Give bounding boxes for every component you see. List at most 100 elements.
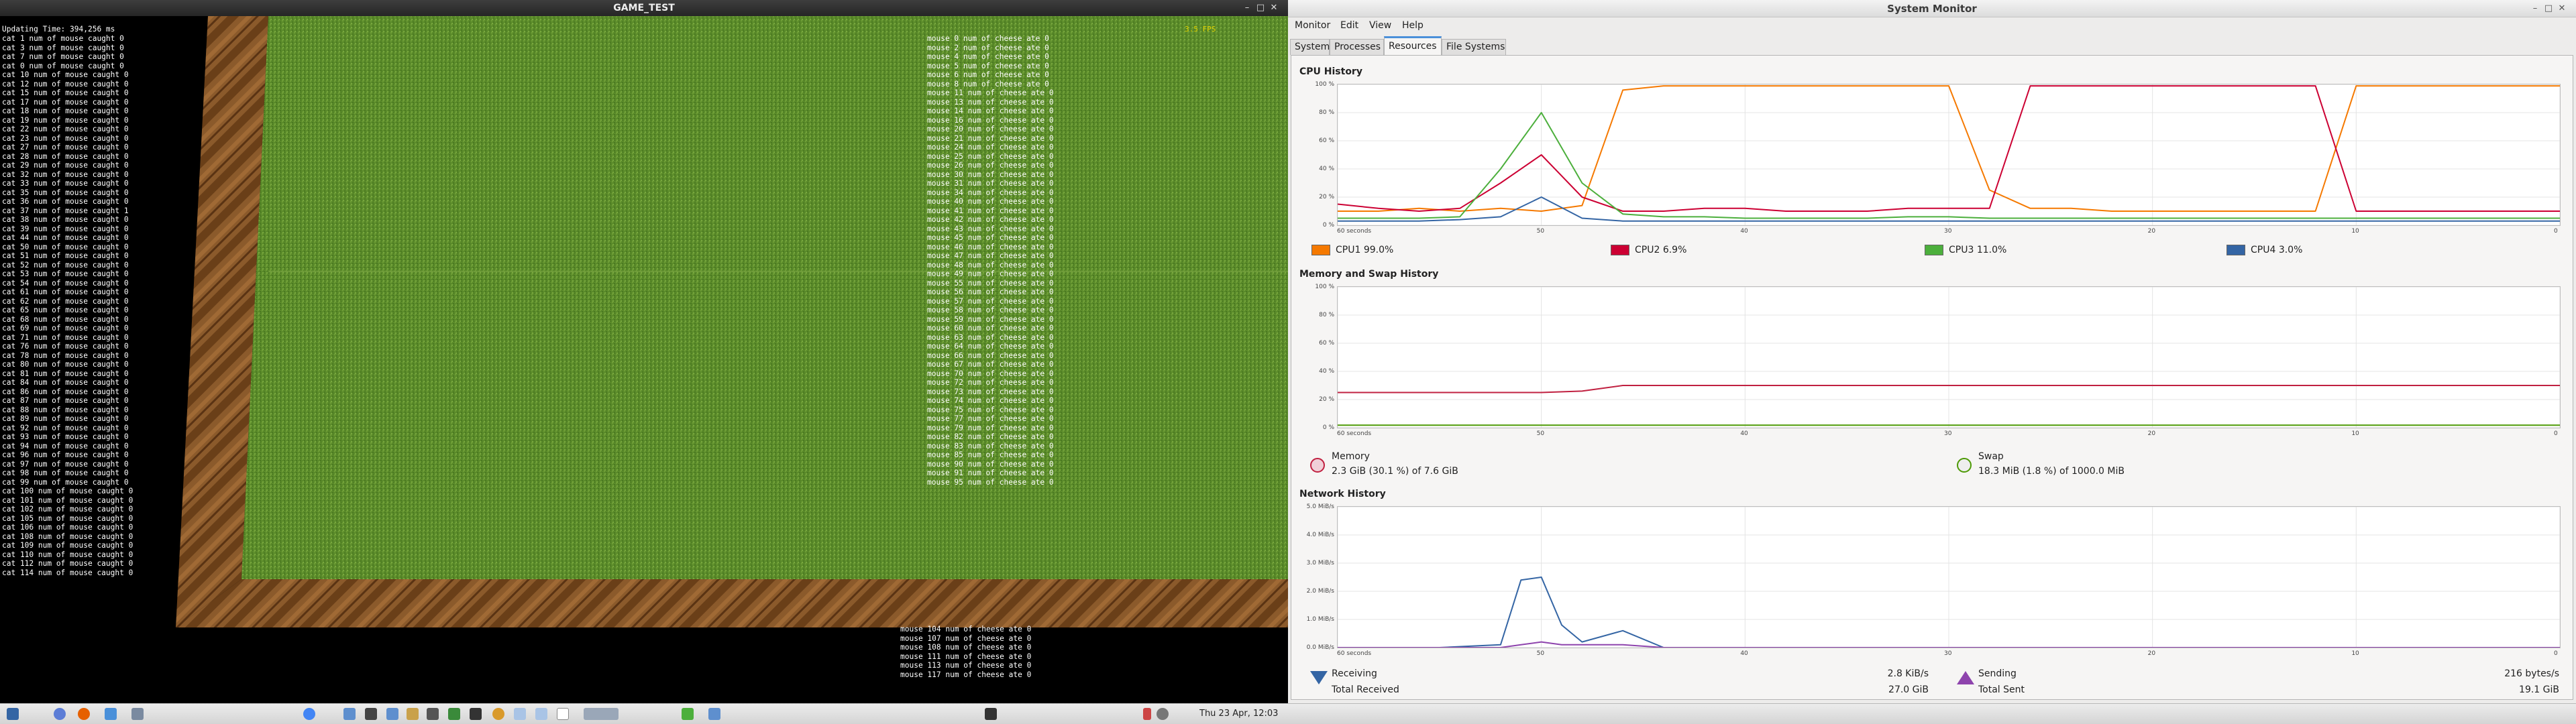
cat-log-line: cat 86 num of mouse caught 0 [2, 387, 129, 396]
y-tick-label: 20 % [1319, 396, 1334, 403]
terminal-3-icon[interactable] [470, 708, 482, 720]
cat-log-line: cat 102 num of mouse caught 0 [2, 505, 133, 514]
mouse-log-line: mouse 2 num of cheese ate 0 [927, 43, 1049, 52]
cat-log-line: cat 96 num of mouse caught 0 [2, 450, 129, 459]
sending-arrow-icon [1957, 671, 1974, 684]
sending-value: 216 bytes/s [2504, 668, 2559, 679]
network-history-title: Network History [1299, 489, 1386, 499]
mouse-log-line: mouse 67 num of cheese ate 0 [927, 360, 1054, 369]
window-icon[interactable] [514, 708, 526, 720]
game-viewport[interactable]: Updating Time: 394,256 ms 3.5 FPS cat 1 … [0, 16, 1288, 703]
cat-log-line: cat 101 num of mouse caught 0 [2, 495, 133, 505]
mouse-log-line: mouse 5 num of cheese ate 0 [927, 61, 1049, 70]
cat-log-line: cat 29 num of mouse caught 0 [2, 161, 129, 170]
menu-help[interactable]: Help [1402, 20, 1424, 31]
cat-log-line: cat 35 num of mouse caught 0 [2, 188, 129, 197]
menu-edit[interactable]: Edit [1340, 20, 1358, 31]
firefox-icon[interactable] [78, 708, 90, 720]
mouse-log-line: mouse 111 num of cheese ate 0 [900, 652, 1032, 661]
folder-2-icon[interactable] [386, 708, 398, 720]
update-time-line: Updating Time: 394,256 ms [2, 25, 115, 34]
network-status-icon[interactable] [1143, 708, 1151, 720]
app-menu-icon[interactable] [7, 708, 19, 720]
y-tick-label: 60 % [1319, 340, 1334, 347]
mouse-log-bottom: mouse 104 num of cheese ate 0 mouse 107 n… [900, 625, 1031, 679]
wall-bottom [176, 579, 1288, 627]
cpu-legend-swatch[interactable] [2226, 245, 2245, 255]
puzzle-icon[interactable] [682, 708, 694, 720]
mouse-log-line: mouse 55 num of cheese ate 0 [927, 278, 1054, 288]
clock[interactable]: Thu 23 Apr, 12:03 [1199, 703, 1278, 724]
sysmon-close-icon[interactable]: ✕ [2556, 1, 2568, 17]
cpu-legend-label: CPU2 6.9% [1635, 245, 1687, 255]
minimize-icon[interactable]: – [1241, 0, 1253, 16]
mouse-log-line: mouse 46 num of cheese ate 0 [927, 242, 1054, 251]
y-tick-label: 20 % [1319, 194, 1334, 200]
tab-resources[interactable]: Resources [1384, 36, 1442, 55]
tab-system[interactable]: System [1290, 39, 1330, 55]
folder-3-icon[interactable] [708, 708, 720, 720]
close-icon[interactable]: ✕ [1268, 0, 1280, 16]
cat-log-line: cat 110 num of mouse caught 0 [2, 550, 133, 559]
sending-label: Sending [1978, 668, 2017, 679]
indicator-icon[interactable] [985, 708, 997, 720]
menu-monitor[interactable]: Monitor [1295, 20, 1330, 31]
game-window: GAME_TEST – □ ✕ Updating Time: 394,256 m… [0, 0, 1288, 703]
mouse-log-line: mouse 4 num of cheese ate 0 [927, 52, 1049, 61]
sysmon-maximize-icon[interactable]: □ [2542, 1, 2555, 17]
sysmon-minimize-icon[interactable]: – [2529, 1, 2541, 17]
sysmon-title: System Monitor [1288, 0, 2576, 17]
volume-icon[interactable] [1157, 708, 1169, 720]
mouse-log-line: mouse 73 num of cheese ate 0 [927, 387, 1054, 396]
mouse-log-line: mouse 74 num of cheese ate 0 [927, 396, 1054, 405]
mouse-log-line: mouse 82 num of cheese ate 0 [927, 432, 1054, 441]
editor-icon[interactable] [407, 708, 419, 720]
mouse-log-line: mouse 91 num of cheese ate 0 [927, 469, 1054, 477]
terminal-icon[interactable] [365, 708, 377, 720]
folder-icon[interactable] [343, 708, 356, 720]
help-icon[interactable] [131, 708, 144, 720]
cat-log-line: cat 33 num of mouse caught 0 [2, 179, 129, 188]
cat-log-line: cat 94 num of mouse caught 0 [2, 441, 129, 450]
y-tick-label: 100 % [1315, 284, 1334, 290]
mouse-log-line: mouse 26 num of cheese ate 0 [927, 161, 1054, 170]
chrome-icon[interactable] [303, 708, 315, 720]
window-3-icon[interactable] [557, 708, 569, 720]
cat-log-line: cat 51 num of mouse caught 0 [2, 251, 129, 260]
mouse-log-line: mouse 95 num of cheese ate 0 [927, 477, 1054, 487]
game-icon[interactable] [492, 708, 504, 720]
settings-icon[interactable] [105, 708, 117, 720]
y-tick-label: 4.0 MiB/s [1306, 532, 1334, 538]
x-tick-label: 50 [1536, 430, 1545, 437]
cat-log-line: cat 99 num of mouse caught 0 [2, 477, 129, 487]
mouse-log-line: mouse 30 num of cheese ate 0 [927, 170, 1054, 179]
tab-processes[interactable]: Processes [1330, 39, 1384, 55]
cat-log-line: cat 37 num of mouse caught 1 [2, 206, 129, 215]
terminal-2-icon[interactable] [427, 708, 439, 720]
x-tick-label: 20 [2147, 650, 2156, 657]
x-tick-label: 30 [1944, 650, 1952, 657]
x-tick-label: 20 [2147, 430, 2156, 437]
cat-log-line: cat 105 num of mouse caught 0 [2, 514, 133, 523]
mouse-log-line: mouse 13 num of cheese ate 0 [927, 97, 1054, 107]
cpu-legend-label: CPU4 3.0% [2251, 245, 2303, 255]
mouse-log-line: mouse 56 num of cheese ate 0 [927, 288, 1054, 296]
app-icon[interactable] [448, 708, 460, 720]
game-scene [176, 16, 1288, 627]
cat-log-line: cat 38 num of mouse caught 0 [2, 215, 129, 224]
y-tick-label: 80 % [1319, 312, 1334, 318]
workspace-switcher[interactable] [584, 708, 619, 720]
mouse-log-line: mouse 64 num of cheese ate 0 [927, 342, 1054, 351]
mouse-log-line: mouse 60 num of cheese ate 0 [927, 324, 1054, 333]
window-2-icon[interactable] [535, 708, 547, 720]
cpu-legend-swatch[interactable] [1311, 245, 1330, 255]
cat-log-line: cat 7 num of mouse caught 0 [2, 52, 124, 61]
memory-history-title: Memory and Swap History [1299, 269, 1439, 280]
tab-file-systems[interactable]: File Systems [1442, 39, 1506, 55]
cpu-legend-swatch[interactable] [1611, 245, 1629, 255]
maximize-icon[interactable]: □ [1254, 0, 1267, 16]
menu-view[interactable]: View [1369, 20, 1391, 31]
x-tick-label: 10 [2351, 650, 2359, 657]
launcher-icon[interactable] [54, 708, 66, 720]
cpu-legend-swatch[interactable] [1925, 245, 1943, 255]
